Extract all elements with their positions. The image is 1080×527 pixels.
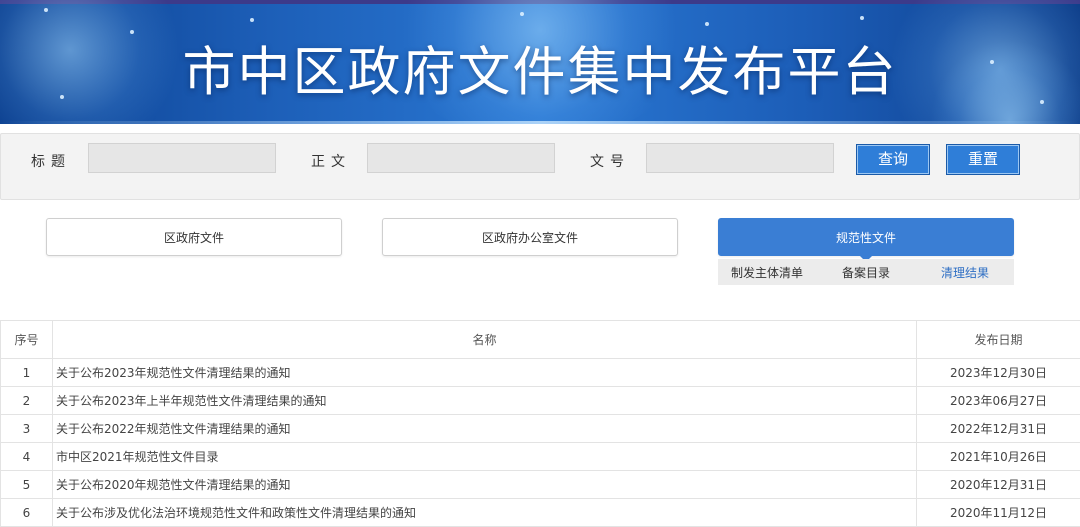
document-link[interactable]: 关于公布2022年规范性文件清理结果的通知 (53, 415, 917, 443)
reset-button[interactable]: 重置 (946, 144, 1020, 175)
row-number: 3 (1, 415, 53, 443)
row-number: 2 (1, 387, 53, 415)
document-link[interactable]: 市中区2021年规范性文件目录 (53, 443, 917, 471)
publish-date: 2021年10月26日 (917, 443, 1080, 471)
table-row[interactable]: 5 关于公布2020年规范性文件清理结果的通知 2020年12月31日 (1, 471, 1080, 499)
publish-date: 2020年11月12日 (917, 499, 1080, 527)
body-label: 正文 (311, 151, 351, 171)
column-header-date: 发布日期 (917, 321, 1080, 359)
docno-label: 文号 (590, 151, 630, 171)
document-link[interactable]: 关于公布涉及优化法治环境规范性文件和政策性文件清理结果的通知 (53, 499, 917, 527)
search-panel: 标题 正文 文号 查询 重置 (0, 133, 1080, 200)
banner-sparkle (705, 22, 709, 26)
table-row[interactable]: 3 关于公布2022年规范性文件清理结果的通知 2022年12月31日 (1, 415, 1080, 443)
row-number: 5 (1, 471, 53, 499)
subtab-filing-catalog[interactable]: 备案目录 (842, 264, 890, 281)
banner-sparkle (520, 12, 524, 16)
publish-date: 2022年12月31日 (917, 415, 1080, 443)
publish-date: 2023年12月30日 (917, 359, 1080, 387)
banner-sparkle (250, 18, 254, 22)
page-title: 市中区政府文件集中发布平台 (0, 30, 1080, 106)
table-row[interactable]: 1 关于公布2023年规范性文件清理结果的通知 2023年12月30日 (1, 359, 1080, 387)
query-button[interactable]: 查询 (856, 144, 930, 175)
document-link[interactable]: 关于公布2020年规范性文件清理结果的通知 (53, 471, 917, 499)
tab-normative-docs[interactable]: 规范性文件 (718, 218, 1014, 256)
banner-sparkle (860, 16, 864, 20)
subtab-bar: 制发主体清单 备案目录 清理结果 (718, 259, 1014, 285)
row-number: 4 (1, 443, 53, 471)
docno-input[interactable] (646, 143, 834, 173)
body-input[interactable] (367, 143, 555, 173)
column-header-number: 序号 (1, 321, 53, 359)
document-table: 序号 名称 发布日期 1 关于公布2023年规范性文件清理结果的通知 2023年… (0, 320, 1080, 527)
table-row[interactable]: 6 关于公布涉及优化法治环境规范性文件和政策性文件清理结果的通知 2020年11… (1, 499, 1080, 527)
row-number: 1 (1, 359, 53, 387)
tab-district-office-docs[interactable]: 区政府办公室文件 (382, 218, 678, 256)
row-number: 6 (1, 499, 53, 527)
document-link[interactable]: 关于公布2023年规范性文件清理结果的通知 (53, 359, 917, 387)
tab-district-government-docs[interactable]: 区政府文件 (46, 218, 342, 256)
column-header-name: 名称 (53, 321, 917, 359)
table-row[interactable]: 2 关于公布2023年上半年规范性文件清理结果的通知 2023年06月27日 (1, 387, 1080, 415)
title-input[interactable] (88, 143, 276, 173)
subtab-cleanup-results[interactable]: 清理结果 (941, 264, 989, 281)
banner-bottom-line (0, 121, 1080, 124)
document-link[interactable]: 关于公布2023年上半年规范性文件清理结果的通知 (53, 387, 917, 415)
header-banner: 市中区政府文件集中发布平台 (0, 0, 1080, 124)
publish-date: 2023年06月27日 (917, 387, 1080, 415)
table-row[interactable]: 4 市中区2021年规范性文件目录 2021年10月26日 (1, 443, 1080, 471)
subtab-issuer-list[interactable]: 制发主体清单 (731, 264, 803, 281)
tab-normative-docs-label: 规范性文件 (836, 231, 896, 245)
banner-sparkle (44, 8, 48, 12)
title-label: 标题 (31, 151, 71, 171)
table-header-row: 序号 名称 发布日期 (1, 321, 1080, 359)
publish-date: 2020年12月31日 (917, 471, 1080, 499)
